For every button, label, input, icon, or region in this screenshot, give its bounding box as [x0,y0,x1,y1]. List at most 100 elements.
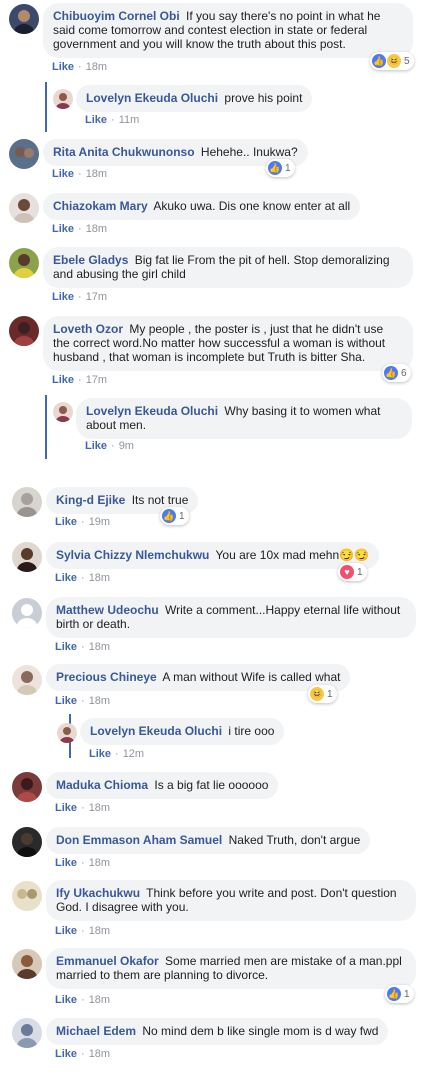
commenter-name[interactable]: Chibuoyim Cornel Obi [53,9,180,23]
comment-text: Akuko uwa. Dis one know enter at all [153,199,351,213]
avatar[interactable] [57,723,77,743]
commenter-name[interactable]: Lovelyn Ekeuda Oluchi [86,91,218,105]
timestamp[interactable]: 18m [89,925,110,937]
avatar[interactable] [9,193,39,223]
timestamp[interactable]: 18m [89,994,110,1006]
commenter-name[interactable]: Precious Chineye [56,670,157,684]
timestamp[interactable]: 19m [89,516,110,528]
commenter-name[interactable]: Ebele Gladys [53,253,128,267]
comment-meta: Like · 9m [85,440,134,452]
avatar[interactable] [53,402,73,422]
comment-bubble: Matthew Udeochu Write a comment...Happy … [46,597,416,638]
comment-bubble: Lovelyn Ekeuda Oluchi Why basing it to w… [76,398,412,439]
reaction-summary[interactable]: 👍 1 [385,985,414,1003]
comment-bubble: Precious Chineye A man without Wife is c… [46,664,351,691]
timestamp[interactable]: 17m [86,291,107,303]
reaction-summary[interactable]: 👍 😆 5 [370,52,414,70]
like-link[interactable]: Like [55,857,77,869]
comment-bubble: Don Emmason Aham Samuel Naked Truth, don… [46,827,371,854]
like-link[interactable]: Like [55,994,77,1006]
reaction-summary[interactable]: 👍 6 [382,364,411,382]
comment-meta: Like · 18m [55,1048,111,1060]
commenter-name[interactable]: Matthew Udeochu [56,603,159,617]
timestamp[interactable]: 18m [89,572,110,584]
like-reaction-icon: 👍 [384,366,398,380]
commenter-name[interactable]: Chiazokam Mary [53,199,148,213]
timestamp[interactable]: 18m [89,695,110,707]
timestamp[interactable]: 9m [119,440,134,452]
avatar[interactable] [9,248,39,278]
comment-text: A man without Wife is called what [162,670,341,684]
comment-meta: Like · 18m [55,641,111,653]
comment-text: Hehehe.. Inukwa? [200,145,298,159]
reaction-summary[interactable]: 👍 1 [266,159,295,177]
reaction-summary[interactable]: 😆 1 [308,685,337,703]
avatar[interactable] [12,881,42,911]
commenter-name[interactable]: Emmanuel Okafor [56,954,159,968]
commenter-name[interactable]: Lovelyn Ekeuda Oluchi [90,724,222,738]
avatar[interactable] [12,949,42,979]
comment-meta: Like · 18m [55,994,111,1006]
like-link[interactable]: Like [55,641,77,653]
like-link[interactable]: Like [52,223,74,235]
timestamp[interactable]: 18m [89,802,110,814]
avatar[interactable] [12,487,42,517]
like-link[interactable]: Like [85,114,107,126]
like-link[interactable]: Like [85,440,107,452]
like-link[interactable]: Like [55,802,77,814]
commenter-name[interactable]: Ify Ukachukwu [56,886,140,900]
like-link[interactable]: Like [55,572,77,584]
avatar[interactable] [12,665,42,695]
commenter-name[interactable]: Lovelyn Ekeuda Oluchi [86,404,218,418]
reaction-summary[interactable]: ♥ 1 [338,563,367,581]
avatar[interactable] [12,827,42,857]
commenter-name[interactable]: Michael Edem [56,1024,136,1038]
timestamp[interactable]: 12m [123,748,144,760]
love-reaction-icon: ♥ [340,565,354,579]
avatar[interactable] [9,316,39,346]
commenter-name[interactable]: Don Emmason Aham Samuel [56,833,222,847]
commenter-name[interactable]: Sylvia Chizzy Nlemchukwu [56,548,209,562]
avatar[interactable] [12,1018,42,1048]
comment-text: You are 10x mad mehn😏😏 [215,548,370,562]
timestamp[interactable]: 18m [86,168,107,180]
commenter-name[interactable]: Loveth Ozor [53,322,123,336]
like-link[interactable]: Like [55,516,77,528]
avatar[interactable] [12,542,42,572]
reply-thread-line [45,395,47,459]
timestamp[interactable]: 18m [89,641,110,653]
like-reaction-icon: 👍 [268,161,282,175]
comment-text: Its not true [131,493,189,507]
like-link[interactable]: Like [52,374,74,386]
commenter-name[interactable]: Rita Anita Chukwunonso [53,145,195,159]
like-reaction-icon: 👍 [372,54,386,68]
avatar[interactable] [12,598,42,628]
comment-meta: Like · 17m [52,291,108,303]
like-link[interactable]: Like [52,291,74,303]
timestamp[interactable]: 18m [86,61,107,73]
comment-meta: Like · 19m [55,516,111,528]
like-link[interactable]: Like [89,748,111,760]
commenter-name[interactable]: Maduka Chioma [56,778,148,792]
reaction-summary[interactable]: 👍 1 [160,507,189,525]
timestamp[interactable]: 18m [89,1048,110,1060]
reaction-count: 1 [179,510,185,522]
like-link[interactable]: Like [55,925,77,937]
avatar[interactable] [53,89,73,109]
commenter-name[interactable]: King-d Ejike [56,493,125,507]
like-link[interactable]: Like [52,168,74,180]
timestamp[interactable]: 18m [86,223,107,235]
haha-reaction-icon: 😆 [387,54,401,68]
timestamp[interactable]: 18m [89,857,110,869]
avatar[interactable] [9,4,39,34]
avatar[interactable] [12,772,42,802]
like-link[interactable]: Like [55,1048,77,1060]
like-link[interactable]: Like [55,695,77,707]
timestamp[interactable]: 11m [119,114,140,126]
reaction-count: 1 [404,988,410,1000]
comment-meta: Like · 17m [52,374,108,386]
like-link[interactable]: Like [52,61,74,73]
timestamp[interactable]: 17m [86,374,107,386]
comment-bubble: Ebele Gladys Big fat lie From the pit of… [43,247,413,288]
avatar[interactable] [9,139,39,169]
